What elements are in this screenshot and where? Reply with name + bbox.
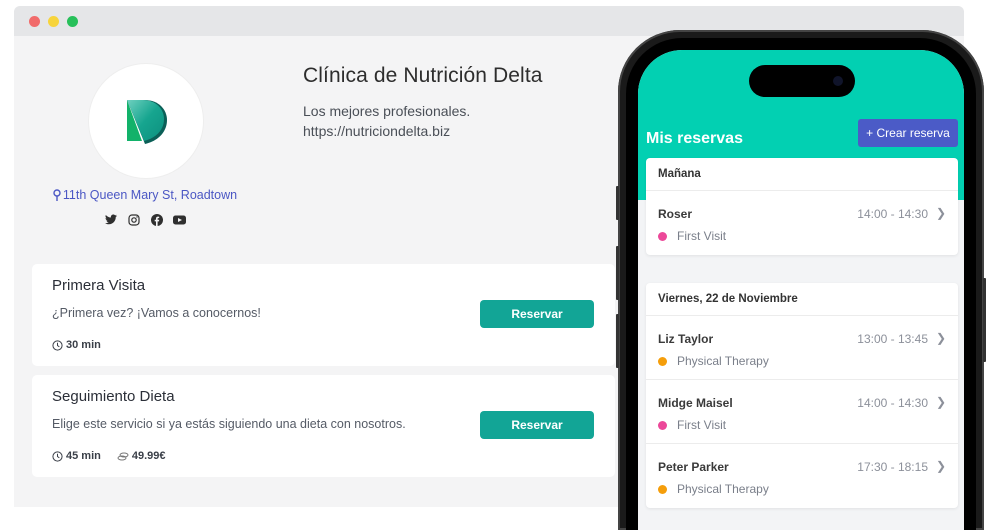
price-text: 49.99€ <box>131 450 166 462</box>
phone-screen: Mis reservas + Crear reserva Mañana Rose… <box>638 50 964 530</box>
dynamic-island <box>749 65 855 97</box>
service-duration: 45 min <box>52 450 101 462</box>
clinic-tagline: Los mejores profesionales. <box>303 103 471 119</box>
service-label: First Visit <box>677 418 727 432</box>
clinic-website-link[interactable]: https://nutriciondelta.biz <box>303 121 470 141</box>
clinic-description: Los mejores profesionales. https://nutri… <box>303 101 470 141</box>
duration-text: 30 min <box>66 339 101 351</box>
phone-action-button <box>616 186 619 220</box>
booking-service: Physical Therapy <box>658 354 769 368</box>
booking-time: 14:00 - 14:30 <box>857 396 928 410</box>
app-title: Mis reservas <box>646 130 743 147</box>
clinic-title: Clínica de Nutrición Delta <box>303 64 543 87</box>
service-description: Elige este servicio si ya estás siguiend… <box>52 417 406 431</box>
clock-icon <box>52 450 63 462</box>
client-name: Midge Maisel <box>658 396 733 410</box>
booking-time: 14:00 - 14:30 <box>857 207 928 221</box>
clock-icon <box>52 339 63 351</box>
service-meta: 45 min 49.99€ <box>52 450 166 462</box>
money-icon <box>117 452 129 461</box>
chevron-right-icon: ❯ <box>935 206 946 220</box>
booking-item[interactable]: Liz Taylor 13:00 - 13:45 ❯ Physical Ther… <box>646 316 958 380</box>
chevron-right-icon: ❯ <box>935 395 946 409</box>
delta-logo-icon <box>127 100 167 144</box>
client-name: Peter Parker <box>658 460 729 474</box>
service-label: First Visit <box>677 229 727 243</box>
phone-volume-down-button <box>616 314 619 368</box>
booking-item[interactable]: Peter Parker 17:30 - 18:15 ❯ Physical Th… <box>646 444 958 508</box>
twitter-icon[interactable] <box>104 213 117 226</box>
booking-item[interactable]: Roser 14:00 - 14:30 ❯ First Visit <box>646 191 958 255</box>
service-color-dot <box>658 231 667 241</box>
reserve-button[interactable]: Reservar <box>480 300 594 328</box>
service-name: Primera Visita <box>52 277 146 294</box>
service-label: Physical Therapy <box>677 354 769 368</box>
duration-text: 45 min <box>66 450 101 462</box>
maximize-window-button[interactable] <box>67 16 78 27</box>
booking-day-group: Viernes, 22 de Noviembre Liz Taylor 13:0… <box>646 283 958 508</box>
booking-service: First Visit <box>658 418 726 432</box>
day-header: Viernes, 22 de Noviembre <box>646 283 958 316</box>
map-pin-icon <box>53 189 61 204</box>
phone-power-button <box>983 278 986 362</box>
service-label: Physical Therapy <box>677 482 769 496</box>
reserve-button[interactable]: Reservar <box>480 411 594 439</box>
booking-service: First Visit <box>658 229 726 243</box>
clinic-address[interactable]: 11th Queen Mary St, Roadtown <box>14 188 276 204</box>
phone-volume-up-button <box>616 246 619 300</box>
booking-time: 17:30 - 18:15 <box>857 460 928 474</box>
camera-icon <box>833 76 843 86</box>
day-header: Mañana <box>646 158 958 191</box>
facebook-icon[interactable] <box>150 213 163 226</box>
booking-day-group: Mañana Roser 14:00 - 14:30 ❯ First Visit <box>646 158 958 255</box>
create-booking-button[interactable]: + Crear reserva <box>858 119 958 147</box>
service-meta: 30 min <box>52 339 101 351</box>
clinic-logo <box>89 64 203 178</box>
chevron-right-icon: ❯ <box>935 331 946 345</box>
chevron-right-icon: ❯ <box>935 459 946 473</box>
service-description: ¿Primera vez? ¡Vamos a conocernos! <box>52 306 261 320</box>
youtube-icon[interactable] <box>173 213 186 226</box>
client-name: Liz Taylor <box>658 332 714 346</box>
booking-item[interactable]: Midge Maisel 14:00 - 14:30 ❯ First Visit <box>646 380 958 444</box>
service-name: Seguimiento Dieta <box>52 388 175 405</box>
service-card: Primera Visita ¿Primera vez? ¡Vamos a co… <box>32 264 615 366</box>
social-links <box>14 213 276 226</box>
service-color-dot <box>658 420 667 430</box>
minimize-window-button[interactable] <box>48 16 59 27</box>
service-price: 49.99€ <box>117 450 166 462</box>
client-name: Roser <box>658 207 693 221</box>
booking-service: Physical Therapy <box>658 482 769 496</box>
service-color-dot <box>658 484 667 494</box>
address-text: 11th Queen Mary St, Roadtown <box>62 188 238 202</box>
service-color-dot <box>658 356 667 366</box>
close-window-button[interactable] <box>29 16 40 27</box>
service-duration: 30 min <box>52 339 101 351</box>
instagram-icon[interactable] <box>127 213 140 226</box>
service-card: Seguimiento Dieta Elige este servicio si… <box>32 375 615 477</box>
booking-time: 13:00 - 13:45 <box>857 332 928 346</box>
phone-mockup: Mis reservas + Crear reserva Mañana Rose… <box>616 30 986 530</box>
